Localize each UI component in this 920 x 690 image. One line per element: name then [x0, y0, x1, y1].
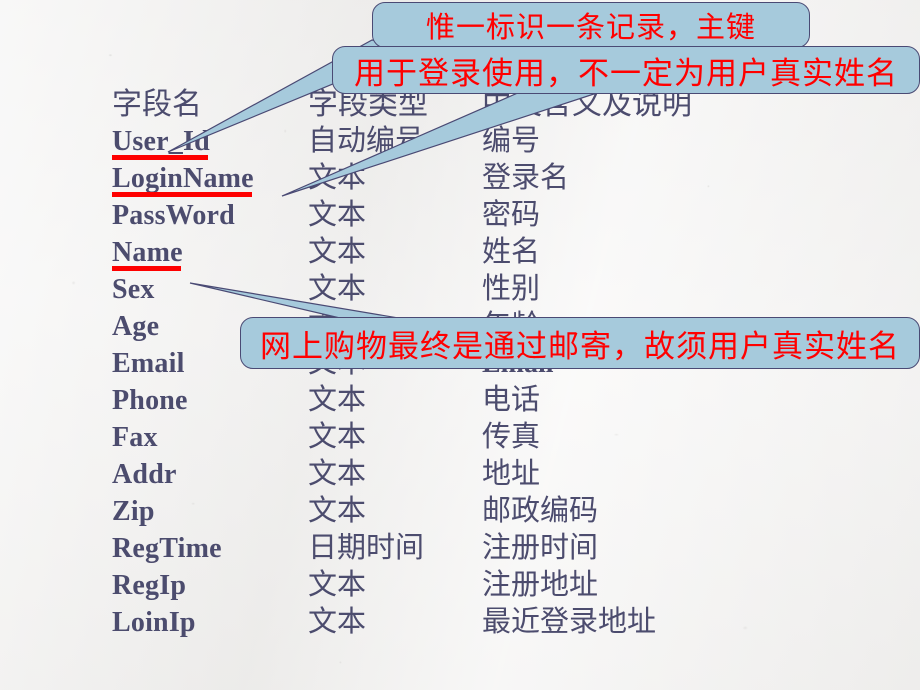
field-name-cell: Phone [112, 385, 188, 416]
table-row: Name 文本 姓名 [112, 234, 752, 271]
table-row: PassWord 文本 密码 [112, 197, 752, 234]
table-row: Sex 文本 性别 [112, 271, 752, 308]
table-row: Fax 文本 传真 [112, 419, 752, 456]
field-name-cell: Addr [112, 459, 177, 490]
table-row: Zip 文本 邮政编码 [112, 493, 752, 530]
field-name-cell: Age [112, 311, 160, 342]
field-type-cell: 文本 [308, 236, 367, 268]
field-name-cell: User_Id [112, 123, 210, 160]
table-row: LoinIp 文本 最近登录地址 [112, 604, 752, 641]
field-type-cell: 文本 [308, 384, 367, 416]
field-desc-cell: 性别 [482, 273, 541, 305]
field-desc-cell: 密码 [482, 199, 541, 231]
field-name-cell: LoginName [112, 160, 254, 197]
field-type-cell: 文本 [308, 569, 367, 601]
field-name-cell: Name [112, 234, 183, 271]
field-desc-cell: 电话 [482, 384, 541, 416]
field-type-cell: 日期时间 [308, 532, 425, 564]
field-desc-cell: 编号 [482, 125, 541, 157]
field-desc-cell: 最近登录地址 [482, 606, 657, 638]
field-name-cell: Email [112, 348, 185, 379]
field-desc-cell: 邮政编码 [482, 495, 599, 527]
field-name-cell: LoinIp [112, 607, 196, 638]
table-body: User_Id 自动编号 编号 LoginName 文本 登录名 PassWord 文本 密码 N… [112, 123, 752, 641]
field-type-cell: 文本 [308, 162, 367, 194]
field-name-cell: PassWord [112, 200, 235, 231]
field-desc-cell: 注册地址 [482, 569, 599, 601]
callout-real-name: 网上购物最终是通过邮寄，故须用户真实姓名 [240, 317, 920, 369]
field-name-cell: RegIp [112, 570, 187, 601]
table-row: Phone 文本 电话 [112, 382, 752, 419]
callout-primary-key: 惟一标识一条记录，主键 [372, 2, 810, 48]
field-desc-cell: 姓名 [482, 236, 541, 268]
slide-canvas: 字段名 字段类型 中文含义及说明 User_Id 自动编号 编号 LoginName 文… [0, 0, 920, 690]
field-name-cell: Zip [112, 496, 155, 527]
header-field-name: 字段名 [112, 88, 202, 121]
table-row: RegTime 日期时间 注册时间 [112, 530, 752, 567]
field-type-cell: 文本 [308, 273, 367, 305]
table-row: RegIp 文本 注册地址 [112, 567, 752, 604]
field-type-cell: 文本 [308, 458, 367, 490]
field-type-cell: 文本 [308, 606, 367, 638]
table-row: LoginName 文本 登录名 [112, 160, 752, 197]
field-type-cell: 文本 [308, 199, 367, 231]
field-desc-cell: 地址 [482, 458, 541, 490]
field-name-cell: Fax [112, 422, 158, 453]
field-desc-cell: 注册时间 [482, 532, 599, 564]
field-desc-cell: 登录名 [482, 162, 570, 194]
field-name-cell: RegTime [112, 533, 222, 564]
callout-login-name: 用于登录使用，不一定为用户真实姓名 [332, 46, 920, 94]
field-type-cell: 文本 [308, 421, 367, 453]
field-type-cell: 文本 [308, 495, 367, 527]
field-type-cell: 自动编号 [308, 125, 425, 157]
table-row: User_Id 自动编号 编号 [112, 123, 752, 160]
field-desc-cell: 传真 [482, 421, 541, 453]
table-row: Addr 文本 地址 [112, 456, 752, 493]
field-name-cell: Sex [112, 274, 155, 305]
